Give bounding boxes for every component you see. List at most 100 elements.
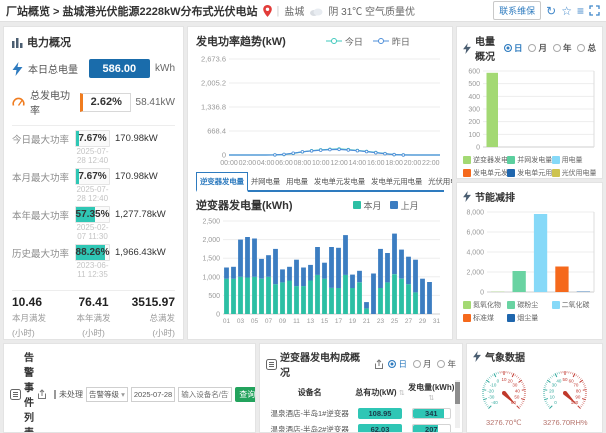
inverter-radio-年[interactable]: 年 (437, 358, 456, 370)
tab-发电单元发电量[interactable]: 发电单元发电量 (311, 173, 368, 190)
inverter-composition-panel: 逆变器发电构成概况 日 月 年 设备名 总有功(kW) ⇅ 发电量(kWh) ⇅… (259, 343, 463, 433)
legend-item[interactable]: 并网发电量 (507, 155, 551, 165)
stat-value: 3515.97 (121, 295, 175, 309)
svg-text:1,336.8: 1,336.8 (201, 103, 226, 112)
svg-text:50: 50 (563, 377, 569, 382)
legend-item[interactable]: 标准煤 (463, 313, 507, 323)
legend-item[interactable]: 发电单元用电量 (507, 168, 551, 178)
energy-bar: 207 (412, 424, 451, 433)
lightning-icon (463, 43, 471, 54)
date-picker[interactable]: 2025-07-28 (131, 387, 175, 402)
svg-text:6,000: 6,000 (466, 230, 484, 237)
export-icon[interactable] (374, 359, 385, 370)
fullscreen-icon[interactable] (589, 5, 600, 16)
temperature-gauge: -40-30-20-100102030405060 3276.70℃ (474, 366, 534, 427)
max-power-bar: 7.67% (75, 130, 110, 147)
svg-text:500: 500 (468, 81, 480, 88)
unhandled-checkbox[interactable] (54, 390, 56, 399)
panel-title-row: 节能减排 (463, 189, 596, 204)
panel-title: 告警事件列表 (24, 349, 34, 433)
legend-item[interactable]: 逆变器发电量 (463, 155, 507, 165)
lightning-icon (12, 62, 23, 76)
legend-item[interactable]: 烟尘量 (507, 313, 551, 323)
stat-label: 本年满发 (67, 312, 121, 324)
weather-label: 阴 31℃ 空气质量优 (328, 3, 415, 18)
tab-光伏用电量[interactable]: 光伏用电量 (425, 173, 453, 190)
tab-发电单元用电量[interactable]: 发电单元用电量 (368, 173, 425, 190)
legend-item[interactable]: 用电量 (552, 155, 596, 165)
star-icon[interactable]: ☆ (561, 5, 572, 17)
today-energy-label: 本日总电量 (28, 61, 84, 76)
inverter-radio-月[interactable]: 月 (413, 358, 432, 370)
legend-item[interactable]: 本月 (353, 199, 382, 212)
legend-item[interactable]: 氮氧化物 (463, 300, 507, 310)
legend-item[interactable]: 发电单元发电量 (463, 168, 507, 178)
legend-item[interactable]: 二氧化碳 (552, 300, 596, 310)
stat-label: 总满发 (121, 312, 175, 324)
sort-icon[interactable]: ⇅ (428, 395, 434, 402)
energy-radio-月[interactable]: 月 (528, 42, 547, 54)
export-icon[interactable] (37, 389, 48, 400)
energy-radio-年[interactable]: 年 (553, 42, 572, 54)
inverter-energy-title: 逆变器发电量(kWh) (196, 197, 293, 213)
legend-item[interactable]: 今日 (326, 35, 363, 48)
weather-panel: 气象数据 -40-30-20-100102030405060 3276.70℃ … (466, 343, 603, 433)
svg-text:19: 19 (349, 318, 357, 325)
svg-text:0: 0 (216, 312, 220, 319)
inverter-row[interactable]: 温泉酒店-半岛1#逆变器 108.95 341 (266, 405, 456, 421)
refresh-icon[interactable]: ↻ (546, 5, 556, 17)
inverter-toolbar: 逆变器发电构成概况 日 月 年 (266, 349, 456, 379)
svg-text:02:00: 02:00 (239, 160, 257, 167)
svg-text:80: 80 (576, 388, 582, 393)
tab-用电量[interactable]: 用电量 (283, 173, 311, 190)
svg-text:07: 07 (265, 318, 273, 325)
svg-text:22:00: 22:00 (422, 160, 440, 167)
legend-item[interactable]: 碳粉尘 (507, 300, 551, 310)
max-power-percent: 88.26% (76, 245, 109, 260)
device-name: 温泉酒店-半岛2#逆变器 (266, 421, 353, 433)
top-bar-actions: 联系维保 ↻ ☆ ≡ (493, 1, 600, 20)
energy-radio-总[interactable]: 总 (577, 42, 596, 54)
scrollbar-thumb[interactable] (455, 382, 460, 404)
query-button[interactable]: 查询 (235, 387, 256, 402)
svg-text:-20: -20 (487, 388, 494, 393)
legend-item[interactable]: 光伏用电量 (552, 168, 596, 178)
max-power-time: 2025-02-07 11:30 (75, 223, 110, 241)
energy-radio-日[interactable]: 日 (504, 42, 523, 54)
panel-title: 逆变器发电构成概况 (280, 349, 368, 379)
svg-text:08:00: 08:00 (294, 160, 312, 167)
svg-text:200: 200 (468, 119, 480, 126)
alarm-search-input[interactable] (178, 387, 232, 402)
inverter-row[interactable]: 温泉酒店-半岛2#逆变器 62.03 207 (266, 421, 456, 433)
sort-icon[interactable]: ⇅ (399, 390, 405, 397)
tab-逆变器发电量[interactable]: 逆变器发电量 (196, 172, 248, 192)
svg-text:0: 0 (480, 290, 484, 297)
alarm-level-select[interactable]: 告警等级 ▾ (86, 387, 128, 402)
svg-text:40: 40 (557, 378, 563, 383)
inverter-radio-日[interactable]: 日 (388, 358, 407, 370)
active-power-bar: 62.03 (358, 424, 401, 433)
legend-item[interactable]: 昨日 (373, 35, 410, 48)
max-power-list: 今日最大功率 7.67% 170.98kW 2025-07-28 12:40 本… (12, 130, 175, 282)
max-power-value: 1,966.43kW (115, 247, 175, 258)
legend-item[interactable]: 上月 (390, 199, 419, 212)
max-power-percent: 7.67% (76, 131, 109, 146)
svg-text:10: 10 (501, 377, 507, 382)
scrollbar[interactable] (455, 380, 460, 428)
unhandled-label: 未处理 (59, 389, 83, 400)
svg-text:4,000: 4,000 (466, 250, 484, 257)
tab-并网电量[interactable]: 并网电量 (248, 173, 283, 190)
svg-text:2,005.2: 2,005.2 (201, 79, 226, 88)
max-power-row: 今日最大功率 7.67% 170.98kW 2025-07-28 12:40 (12, 130, 175, 168)
contact-maintenance-button[interactable]: 联系维保 (493, 1, 541, 20)
column-header: 设备名 (266, 379, 353, 405)
max-power-percent: 7.67% (76, 169, 109, 184)
svg-text:13: 13 (307, 318, 315, 325)
humidity-value: 3276.70RH% (535, 418, 595, 427)
list-icon[interactable]: ≡ (577, 5, 584, 17)
svg-text:15: 15 (321, 318, 329, 325)
svg-text:09: 09 (279, 318, 287, 325)
panel-title-row: 气象数据 (473, 349, 596, 364)
energy-overview-panel: 电量概况 日 月 年 总 0100200300400500600 逆变器发电量 … (456, 26, 603, 179)
svg-text:20: 20 (549, 388, 555, 393)
